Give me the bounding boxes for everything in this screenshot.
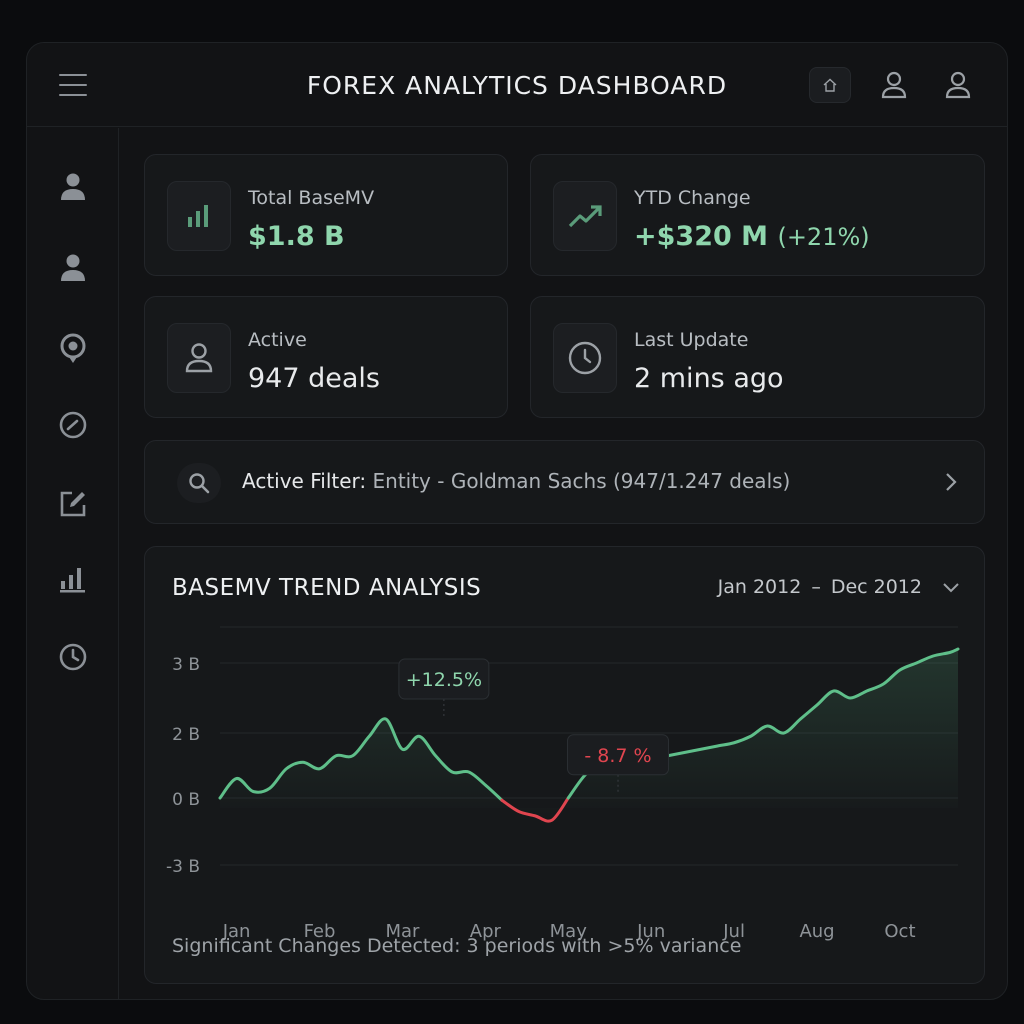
y-tick-label: 3 B xyxy=(172,655,200,675)
x-tick-label: Oct xyxy=(884,921,915,942)
stat-label: Active xyxy=(248,329,307,351)
ytd-percent: (+21%) xyxy=(777,223,870,251)
gauge-icon xyxy=(59,411,87,439)
range-start: Jan 2012 xyxy=(717,576,802,598)
range-separator: – xyxy=(811,576,821,598)
sidebar-item-analytics[interactable] xyxy=(55,407,91,443)
dashboard-window: FOREX ANALYTICS DASHBOARD Total BaseMV $… xyxy=(26,42,1008,1000)
filter-text: Active Filter: Entity - Goldman Sachs (9… xyxy=(242,469,790,493)
user-icon xyxy=(61,173,85,200)
y-tick-label: 2 B xyxy=(172,725,200,745)
stat-card-total-basemv: Total BaseMV $1.8 B xyxy=(144,154,508,276)
clock-icon xyxy=(553,323,617,393)
location-pin-icon xyxy=(60,333,86,363)
stat-value: 947 deals xyxy=(248,363,380,394)
annotation-label: - 8.7 % xyxy=(584,745,651,767)
chevron-down-icon xyxy=(943,583,959,593)
trend-line-chart: 3 B2 B0 B-3 BJan Feb Mar Apr May Jun Jul Aug Oct… xyxy=(166,626,960,942)
filter-value: Entity - Goldman Sachs (947/1.247 deals) xyxy=(372,469,791,493)
user-icon xyxy=(61,254,85,281)
clock-icon xyxy=(59,643,87,671)
ytd-amount: +$320 M xyxy=(634,221,769,252)
user-icon xyxy=(881,71,907,99)
y-tick-label: -3 B xyxy=(166,857,200,877)
chart-footnote: Significant Changes Detected: 3 periods … xyxy=(172,935,742,957)
stat-card-active: Active 947 deals xyxy=(144,296,508,418)
stat-label: Last Update xyxy=(634,329,749,351)
user-icon xyxy=(945,71,971,99)
chevron-right-icon[interactable] xyxy=(944,471,958,497)
home-button[interactable] xyxy=(809,67,851,103)
stat-value: +$320 M (+21%) xyxy=(634,221,870,252)
top-bar: FOREX ANALYTICS DASHBOARD xyxy=(27,43,1007,127)
range-end: Dec 2012 xyxy=(830,576,922,598)
sidebar xyxy=(27,128,119,999)
stat-card-ytd-change: YTD Change +$320 M (+21%) xyxy=(530,154,985,276)
x-tick-label: Aug xyxy=(799,921,834,942)
date-range-select[interactable]: Jan 2012 – Dec 2012 xyxy=(718,576,960,598)
stat-value: 2 mins ago xyxy=(634,363,784,394)
header-actions xyxy=(809,67,979,103)
trend-chart-card: BASEMV TREND ANALYSIS Jan 2012 – Dec 201… xyxy=(144,546,985,984)
active-filter-bar[interactable]: Active Filter: Entity - Goldman Sachs (9… xyxy=(144,440,985,524)
stat-label: YTD Change xyxy=(634,187,751,209)
annotation-label: +12.5% xyxy=(406,669,482,691)
y-tick-label: 0 B xyxy=(172,790,200,810)
search-icon xyxy=(177,463,221,503)
sidebar-item-history[interactable] xyxy=(55,639,91,675)
sidebar-item-edit[interactable] xyxy=(55,486,91,522)
sidebar-item-users[interactable] xyxy=(55,249,91,285)
sidebar-item-profile[interactable] xyxy=(55,168,91,204)
stat-card-last-update: Last Update 2 mins ago xyxy=(530,296,985,418)
stat-label: Total BaseMV xyxy=(248,187,375,209)
sidebar-item-location[interactable] xyxy=(55,330,91,366)
user-icon xyxy=(167,323,231,393)
bar-chart-icon xyxy=(60,568,85,593)
home-icon xyxy=(823,78,837,92)
chart-title: BASEMV TREND ANALYSIS xyxy=(172,575,482,601)
filter-label: Active Filter: xyxy=(242,469,367,493)
account-button[interactable] xyxy=(937,67,979,103)
profile-button[interactable] xyxy=(873,67,915,103)
trending-up-icon xyxy=(553,181,617,251)
sidebar-item-reports[interactable] xyxy=(55,561,91,597)
stat-value: $1.8 B xyxy=(248,221,345,252)
bar-chart-icon xyxy=(167,181,231,251)
edit-icon xyxy=(60,491,86,517)
